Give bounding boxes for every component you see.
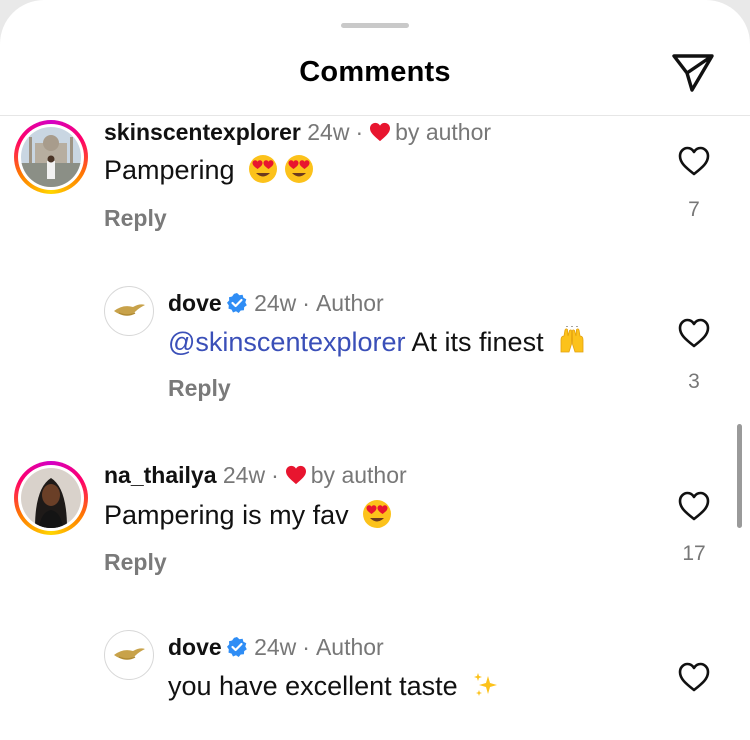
comment-time: 24w — [307, 119, 350, 145]
like-count: 3 — [688, 370, 700, 393]
heart-outline-icon[interactable] — [677, 490, 711, 522]
raised-hands-emoji — [560, 326, 584, 353]
red-heart-icon — [370, 122, 391, 142]
heart-eyes-emoji — [249, 155, 278, 183]
comment-time: 24w — [254, 634, 297, 660]
liked-by-author-label: by author — [310, 462, 407, 488]
avatar[interactable] — [14, 461, 88, 535]
avatar[interactable] — [104, 286, 154, 336]
username[interactable]: dove — [168, 290, 222, 316]
header-divider — [0, 115, 750, 116]
drag-handle[interactable] — [341, 23, 409, 28]
verified-badge-icon — [226, 293, 247, 313]
author-label: Author — [315, 634, 384, 660]
heart-outline-icon[interactable] — [677, 145, 711, 177]
avatar-photo — [21, 468, 81, 528]
heart-eyes-emoji — [285, 155, 314, 183]
avatar[interactable] — [14, 120, 88, 194]
paper-plane-icon[interactable] — [670, 50, 716, 94]
username[interactable]: dove — [168, 634, 222, 660]
comment-text: Pampering — [104, 155, 235, 185]
comment-time: 24w — [254, 290, 297, 316]
reply-button[interactable]: Reply — [168, 375, 231, 402]
verified-badge-icon — [226, 637, 247, 657]
comment-text: At its finest — [411, 327, 544, 357]
username[interactable]: na_thailya — [104, 462, 217, 488]
dove-logo-icon — [114, 648, 145, 660]
like-count: 7 — [688, 198, 700, 221]
reply-button[interactable]: Reply — [104, 549, 167, 576]
like-count: 17 — [682, 542, 706, 565]
dove-logo-icon — [114, 304, 145, 316]
liked-by-author-label: by author — [395, 119, 492, 145]
heart-outline-icon[interactable] — [677, 661, 711, 693]
avatar[interactable] — [104, 630, 154, 680]
comment-time: 24w — [222, 462, 266, 488]
red-heart-icon — [285, 465, 306, 485]
comment-text: you have excellent taste — [168, 671, 458, 701]
comments-sheet: Comments skinscentexplorer 24w · by auth… — [0, 0, 750, 740]
avatar-photo — [21, 127, 81, 187]
username[interactable]: skinscentexplorer — [104, 119, 301, 145]
heart-eyes-emoji — [363, 500, 392, 528]
page-title: Comments — [299, 56, 451, 88]
sparkles-emoji — [474, 673, 498, 696]
author-label: Author — [315, 290, 384, 316]
scrollbar[interactable] — [737, 424, 742, 528]
reply-button[interactable]: Reply — [104, 205, 167, 232]
mention-link[interactable]: @skinscentexplorer — [168, 327, 406, 357]
heart-outline-icon[interactable] — [677, 317, 711, 349]
comment-text: Pampering is my fav — [104, 500, 349, 530]
